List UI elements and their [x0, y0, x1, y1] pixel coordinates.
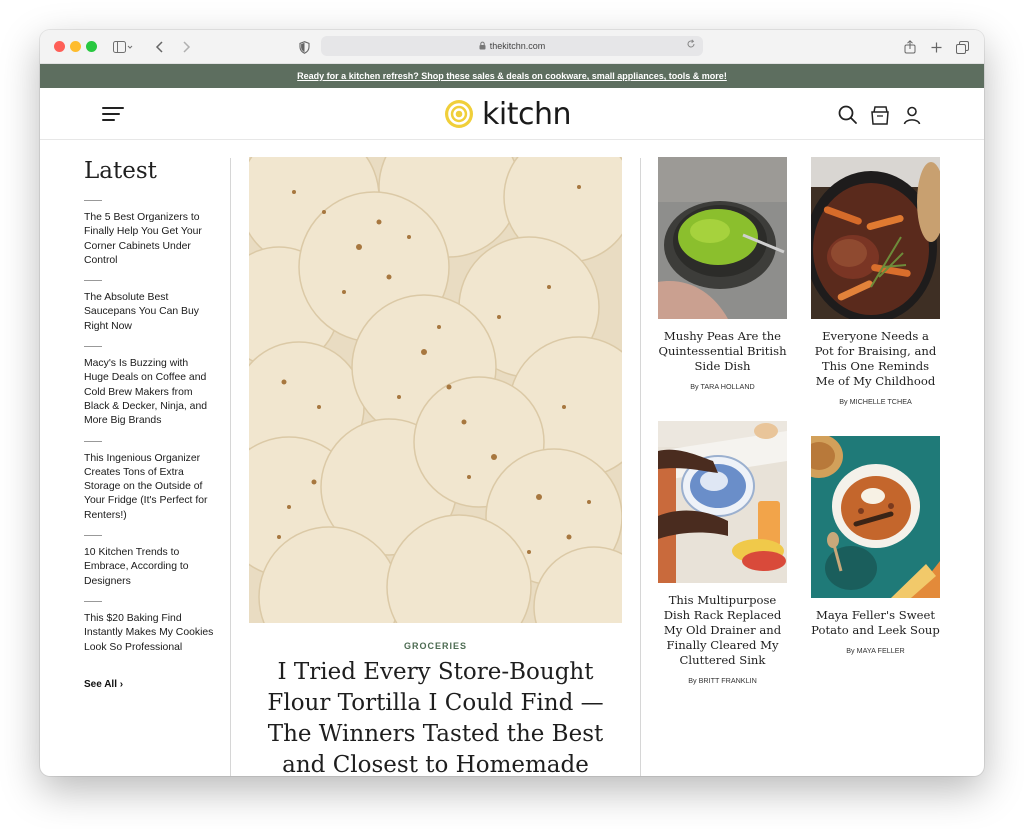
latest-item-link[interactable]: This Ingenious Organizer Creates Tons of… — [84, 452, 214, 523]
column-divider — [640, 158, 641, 776]
browser-window: thekitchn.com Ready for a kitchen refres… — [40, 30, 984, 776]
back-icon[interactable] — [152, 36, 168, 58]
search-icon[interactable] — [837, 104, 859, 126]
latest-item-link[interactable]: 10 Kitchen Trends to Embrace, According … — [84, 546, 214, 589]
share-icon[interactable] — [902, 36, 918, 58]
lock-icon — [479, 41, 486, 52]
latest-item: This $20 Baking Find Instantly Makes My … — [84, 600, 214, 655]
hero-category[interactable]: GROCERIES — [249, 641, 622, 651]
latest-heading: Latest — [84, 158, 157, 184]
article-card-title[interactable]: This Multipurpose Dish Rack Replaced My … — [658, 593, 787, 668]
minimize-window-button[interactable] — [70, 41, 81, 52]
latest-item: This Ingenious Organizer Creates Tons of… — [84, 440, 214, 523]
latest-item: The 5 Best Organizers to Finally Help Yo… — [84, 200, 214, 268]
browser-toolbar: thekitchn.com — [40, 30, 984, 64]
article-card-title[interactable]: Mushy Peas Are the Quintessential Britis… — [658, 329, 787, 374]
article-card[interactable]: This Multipurpose Dish Rack Replaced My … — [658, 421, 787, 685]
forward-icon[interactable] — [178, 36, 194, 58]
article-card-byline: By MICHELLE TCHEA — [839, 397, 912, 406]
article-card-byline: By BRITT FRANKLIN — [688, 676, 757, 685]
article-card[interactable]: Everyone Needs a Pot for Braising, and T… — [811, 157, 940, 406]
article-card-byline: By MAYA FELLER — [846, 646, 905, 655]
site-header: kitchn — [40, 88, 984, 140]
latest-item: Macy's Is Buzzing with Huge Deals on Cof… — [84, 346, 214, 428]
article-card-image-mushy-peas[interactable] — [658, 157, 787, 319]
article-card-image-soup[interactable] — [811, 436, 940, 598]
reload-icon[interactable] — [686, 39, 696, 52]
latest-item-link[interactable]: This $20 Baking Find Instantly Makes My … — [84, 612, 214, 655]
latest-item-link[interactable]: The Absolute Best Saucepans You Can Buy … — [84, 291, 214, 334]
latest-item: The Absolute Best Saucepans You Can Buy … — [84, 280, 214, 334]
site-logo[interactable]: kitchn — [444, 96, 572, 132]
hero-title[interactable]: I Tried Every Store-Bought Flour Tortill… — [249, 657, 622, 776]
latest-item: 10 Kitchen Trends to Embrace, According … — [84, 535, 214, 589]
latest-list: The 5 Best Organizers to Finally Help Yo… — [84, 200, 214, 655]
kitchn-logo-mark — [445, 100, 473, 128]
close-window-button[interactable] — [54, 41, 65, 52]
sidebar-icon[interactable] — [110, 36, 136, 58]
article-card-title[interactable]: Maya Feller's Sweet Potato and Leek Soup — [811, 608, 940, 638]
see-all-link[interactable]: See All › — [84, 679, 214, 690]
url-text: thekitchn.com — [489, 41, 546, 51]
tabs-icon[interactable] — [954, 36, 970, 58]
hero-image-tortillas[interactable] — [249, 157, 622, 623]
article-card-title[interactable]: Everyone Needs a Pot for Braising, and T… — [811, 329, 940, 389]
shield-icon[interactable] — [296, 36, 312, 58]
address-bar[interactable]: thekitchn.com — [321, 36, 703, 56]
new-tab-icon[interactable] — [928, 36, 944, 58]
logo-text: kitchn — [482, 96, 572, 132]
recipe-box-icon[interactable] — [869, 104, 891, 126]
zoom-window-button[interactable] — [86, 41, 97, 52]
latest-item-link[interactable]: Macy's Is Buzzing with Huge Deals on Cof… — [84, 357, 214, 428]
promo-banner[interactable]: Ready for a kitchen refresh? Shop these … — [40, 64, 984, 88]
article-card-image-dish-rack[interactable] — [658, 421, 787, 583]
promo-banner-link[interactable]: Ready for a kitchen refresh? Shop these … — [297, 71, 727, 81]
menu-icon[interactable] — [102, 107, 124, 121]
article-card-image-braising-pot[interactable] — [811, 157, 940, 319]
article-card[interactable]: Mushy Peas Are the Quintessential Britis… — [658, 157, 787, 391]
article-card[interactable]: Maya Feller's Sweet Potato and Leek Soup… — [811, 436, 940, 655]
latest-sidebar: Latest The 5 Best Organizers to Finally … — [84, 158, 214, 690]
article-card-byline: By TARA HOLLAND — [690, 382, 755, 391]
account-icon[interactable] — [901, 104, 923, 126]
column-divider — [230, 158, 231, 776]
latest-item-link[interactable]: The 5 Best Organizers to Finally Help Yo… — [84, 211, 214, 268]
